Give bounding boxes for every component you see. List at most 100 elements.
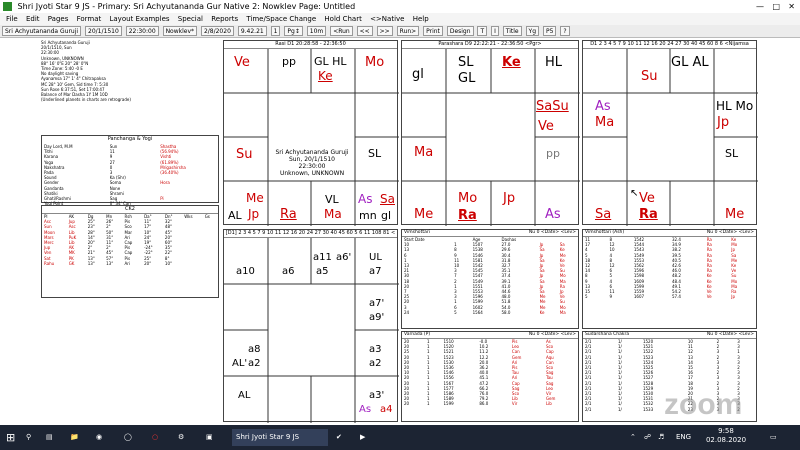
arudha-a3p: a3' <box>369 390 385 401</box>
windows-start-icon[interactable]: ⊞ <box>6 429 15 446</box>
network-icon[interactable]: ☍ <box>644 429 651 446</box>
minutes-field[interactable]: 10m <box>306 25 327 36</box>
opera-icon[interactable]: ○ <box>152 429 158 446</box>
varnada-nav[interactable]: Nu 0 <Date> <Lev> <box>529 332 576 338</box>
menu-edit[interactable]: Edit <box>26 15 40 23</box>
app-taskbar-icon[interactable]: ▣ <box>206 429 213 446</box>
native1-time-field[interactable]: 22:30:00 <box>125 25 159 36</box>
menu-time-space-change[interactable]: Time/Space Change <box>246 15 316 23</box>
zoom-watermark: zoom <box>664 388 743 421</box>
maximize-button[interactable]: □ <box>772 0 780 13</box>
ck2-row: Rahu GK 13° 13° Ari 20° 10° <box>42 261 218 266</box>
close-button[interactable]: ✕ <box>788 0 795 13</box>
title-button[interactable]: Title <box>502 25 522 36</box>
notification-icon[interactable]: ▭ <box>770 429 777 446</box>
arudha-a9p: a9' <box>369 312 385 323</box>
volume-icon[interactable]: ♬ <box>658 429 664 446</box>
navamsa-ma: Ma <box>414 145 434 160</box>
sudarshana-row-cell: 1/ <box>617 406 622 412</box>
navamsa-chart-title: Parashara D9 22:22:21 - 22:36:50 <Pgr> <box>402 41 578 49</box>
yg-button[interactable]: Yg <box>525 25 540 36</box>
native1-selector[interactable]: Sri Achyutananda Guruji <box>2 25 82 36</box>
arudha-a6: a6 <box>282 266 295 277</box>
arudha-a10: a10 <box>236 266 255 277</box>
arudha-a4: a4 <box>380 404 393 415</box>
minimize-button[interactable]: — <box>756 0 764 13</box>
t-button[interactable]: T <box>477 25 488 36</box>
rasi-center-info: Sri Achyutananda Guruji Sun, 20/1/1510 2… <box>272 149 352 177</box>
settings-icon[interactable]: ⚙ <box>178 429 184 446</box>
p5-button[interactable]: P5 <box>542 25 557 36</box>
run-back-button[interactable]: <Run <box>330 25 353 36</box>
rasi-house-ra: Ra <box>280 207 297 222</box>
navamsa-as: As <box>545 207 561 222</box>
varga-sl: SL <box>725 147 739 160</box>
search-icon[interactable]: ⚲ <box>26 429 31 446</box>
varga-ve: Ve <box>639 191 655 206</box>
sudarshana-header: Sudarshana Chakra Nu 0 <Date> <Lev> <box>583 332 756 339</box>
vimshottari-ash-title: Vimshottari (Ash) <box>585 230 625 235</box>
rasi-chart-panel: Rasi D1 20:28:58 - 22:36:50 Ve pp GL HL … <box>223 40 399 226</box>
varga-hl-mo: HL Mo <box>716 99 754 113</box>
chrome-icon[interactable]: ◯ <box>124 429 132 446</box>
native2-time-field[interactable]: 9.42.21 <box>237 25 267 36</box>
vimshottari-ash-nav[interactable]: Nu 0 <Date> <Lev> <box>707 230 754 236</box>
step-field[interactable]: 1 <box>270 25 281 36</box>
menu-special[interactable]: Special <box>178 15 203 23</box>
navamsa-nav[interactable]: <Pgr> <box>525 41 542 47</box>
print-button[interactable]: Print <box>423 25 443 36</box>
clock[interactable]: 9:58 02.08.2020 <box>704 427 748 445</box>
browser-icon[interactable]: ◉ <box>96 429 102 446</box>
varga-jp: Jp <box>717 115 730 130</box>
navamsa-chart-panel: Parashara D9 22:22:21 - 22:36:50 <Pgr> g… <box>401 40 580 226</box>
sudarshana-nav[interactable]: Nu 0 <Date> <Lev> <box>707 332 754 338</box>
varga-me: Me <box>725 207 745 222</box>
menu-reports[interactable]: Reports <box>211 15 238 23</box>
i-button[interactable]: I <box>491 25 499 36</box>
file-explorer-icon[interactable]: 📁 <box>70 429 79 446</box>
arudha-a5: a5 <box>316 266 329 277</box>
step-back-button[interactable]: << <box>356 25 373 36</box>
sudarshana-row-cell: 2/1 <box>585 406 592 412</box>
menu-help[interactable]: Help <box>413 15 429 23</box>
step-fwd-button[interactable]: >> <box>376 25 393 36</box>
design-button[interactable]: Design <box>446 25 474 36</box>
language-indicator[interactable]: ENG <box>676 429 691 446</box>
native2-date-field[interactable]: 2/8/2020 <box>200 25 234 36</box>
vimshottari-row-cell: 1564 <box>472 309 483 315</box>
rasi-house-su: Su <box>236 147 253 162</box>
vs-icon[interactable]: ✔ <box>336 429 342 446</box>
vimshottari-nav[interactable]: Nu 0 <Date> <Lev> <box>529 230 576 236</box>
arudha-chart-panel: [D1] 2 3 4 5 7 9 10 11 12 16 20 24 27 30… <box>223 229 399 423</box>
run-fwd-button[interactable]: Run> <box>396 25 420 36</box>
sudarshana-title: Sudarshana Chakra <box>585 332 630 337</box>
varnada-row: 20 1 1599 86.0 Vir Lib <box>402 401 578 406</box>
varnada-row-cell: 20 <box>404 401 410 407</box>
menu-pages[interactable]: Pages <box>48 15 69 23</box>
rasi-house-sl: SL <box>368 147 382 160</box>
native1-date-field[interactable]: 20/1/1510 <box>85 25 122 36</box>
task-shri-jyoti-star[interactable]: Shri Jyoti Star 9 JS <box>232 429 328 446</box>
rasi-house-al: AL <box>228 209 242 222</box>
navamsa-ra: Ra <box>458 208 477 223</box>
varnada-title: Varnada (P) <box>404 332 431 337</box>
rasi-center-name: Sri Achyutananda Guruji <box>275 149 349 156</box>
varga-ma: Ma <box>595 115 615 130</box>
menu-hold-chart[interactable]: Hold Chart <box>324 15 361 23</box>
media-icon[interactable]: ▶ <box>360 429 365 446</box>
help-icon[interactable]: ? <box>560 25 570 36</box>
menu-layout-examples[interactable]: Layout Examples <box>109 15 169 23</box>
arudha-al: AL <box>238 390 251 401</box>
arudha-a7: a7 <box>369 266 382 277</box>
varga-ra: Ra <box>639 207 658 222</box>
native2-selector[interactable]: Nowklev* <box>162 25 198 36</box>
vimshottari-ash-row-cell: Jp <box>731 294 736 300</box>
task-view-icon[interactable]: ▤ <box>46 429 53 446</box>
rasi-house-ma: Ma <box>324 207 342 221</box>
menu-file[interactable]: File <box>6 15 18 23</box>
page-stepper[interactable]: Pg↕ <box>284 25 303 36</box>
tray-expand-icon[interactable]: ⌃ <box>630 429 636 446</box>
ck2-table: Pl AK Dg Mn Rsh Da° Dn° Wks Gs Asc Jup 25° 26° Pis 11°… <box>42 214 218 266</box>
menu-native[interactable]: <>Native <box>370 15 404 23</box>
menu-format[interactable]: Format <box>77 15 102 23</box>
